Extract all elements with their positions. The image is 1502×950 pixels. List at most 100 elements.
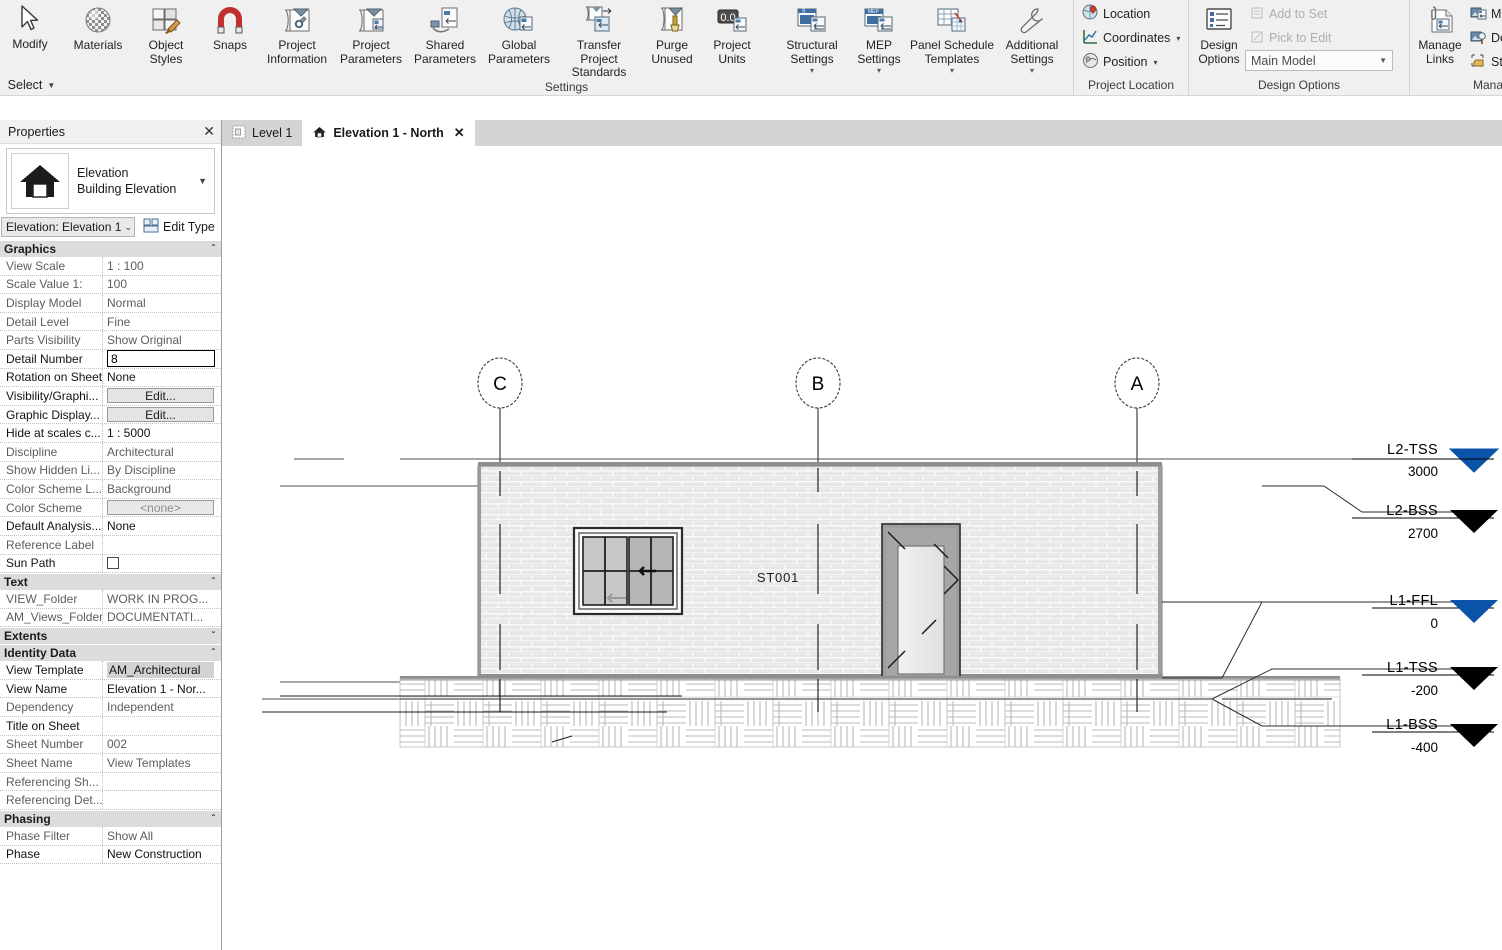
manage-links-button[interactable]: Manage Links [1414, 0, 1466, 66]
chevron-down-icon[interactable]: ▾ [1030, 66, 1034, 75]
property-row[interactable]: Sun Path [0, 555, 221, 574]
property-value-cell[interactable]: None [103, 517, 221, 535]
panel-schedule-templates-button[interactable]: Panel Schedule Templates ▾ [909, 0, 995, 75]
property-row[interactable]: Hide at scales c...1 : 5000 [0, 424, 221, 443]
property-value-button[interactable]: Edit... [107, 407, 214, 422]
property-value-cell[interactable]: Edit... [103, 387, 221, 405]
property-value-cell[interactable]: AM_Architectural [103, 661, 221, 679]
property-row[interactable]: Display ModelNormal [0, 294, 221, 313]
grid-bubble-A[interactable]: A [1115, 358, 1159, 408]
chevron-down-icon[interactable]: ▾ [950, 66, 954, 75]
level-head-L2-TSS[interactable]: L2-TSS 3000 [1352, 442, 1498, 479]
chevron-down-icon[interactable]: ▾ [1153, 58, 1157, 67]
property-value-cell[interactable]: None [103, 369, 221, 387]
property-value-cell[interactable]: Background [103, 480, 221, 498]
property-value-cell[interactable]: <none> [103, 499, 221, 517]
property-value-cell[interactable]: Independent [103, 698, 221, 716]
chevron-down-icon[interactable]: ⌄ [124, 222, 132, 233]
property-value-cell[interactable]: 1 : 100 [103, 257, 221, 275]
property-row[interactable]: Visibility/Graphi...Edit... [0, 387, 221, 406]
project-units-button[interactable]: 0.0 Project Units [702, 0, 762, 66]
starting-view-button[interactable]: Starting View [1466, 50, 1502, 74]
level-head-L1-BSS[interactable]: L1-BSS -400 [1372, 717, 1498, 755]
object-styles-button[interactable]: Object Styles [132, 0, 200, 66]
design-options-button[interactable]: Design Options [1193, 0, 1245, 66]
chevron-up-icon[interactable]: ˆ [212, 814, 215, 825]
property-row[interactable]: Scale Value 1:100 [0, 276, 221, 295]
location-button[interactable]: Location [1078, 2, 1154, 26]
materials-button[interactable]: Materials [64, 0, 132, 53]
property-value-cell[interactable]: Elevation 1 - Nor... [103, 680, 221, 698]
chevron-down-icon[interactable]: ▾ [810, 66, 814, 75]
select-dropdown[interactable]: Select ▼ [5, 75, 56, 95]
view-tab-elevation-1-north[interactable]: Elevation 1 - North ✕ [302, 120, 474, 146]
position-button[interactable]: Position ▾ [1078, 50, 1162, 74]
property-row[interactable]: Color Scheme<none> [0, 499, 221, 518]
level-head-L2-BSS[interactable]: L2-BSS 2700 [1352, 503, 1498, 541]
chevron-down-icon[interactable]: ▾ [877, 66, 881, 75]
design-option-select[interactable]: Main Model ▼ [1245, 50, 1393, 71]
chevron-down-icon[interactable]: ˇ [212, 631, 215, 642]
type-selector[interactable]: Elevation Building Elevation ▼ [6, 148, 215, 214]
property-row[interactable]: Parts VisibilityShow Original [0, 331, 221, 350]
edit-type-button[interactable]: Edit Type [143, 218, 215, 236]
view-tab-level-1[interactable]: Level 1 [222, 120, 302, 146]
grid-bubble-B[interactable]: B [796, 358, 840, 408]
property-row[interactable]: AM_Views_FolderDOCUMENTATI... [0, 609, 221, 628]
property-value-cell[interactable]: 100 [103, 276, 221, 294]
property-value-button[interactable]: <none> [107, 500, 214, 515]
property-group-header[interactable]: Phasingˆ [0, 810, 221, 827]
property-row[interactable]: View Scale1 : 100 [0, 257, 221, 276]
global-parameters-button[interactable]: Global Parameters [482, 0, 556, 66]
property-value-cell[interactable]: By Discipline [103, 462, 221, 480]
property-value-checkbox[interactable] [107, 557, 119, 569]
property-row[interactable]: DisciplineArchitectural [0, 443, 221, 462]
property-value-cell[interactable]: Normal [103, 294, 221, 312]
property-row[interactable]: View NameElevation 1 - Nor... [0, 680, 221, 699]
property-value-cell[interactable]: Show Original [103, 331, 221, 349]
room-tag[interactable]: ST001 [757, 570, 799, 585]
property-value-button[interactable]: Edit... [107, 388, 214, 403]
project-information-button[interactable]: Project Information [260, 0, 334, 66]
property-value-cell[interactable] [103, 773, 221, 791]
close-icon[interactable]: ✕ [203, 123, 215, 140]
property-value-cell[interactable]: DOCUMENTATI... [103, 609, 221, 627]
chevron-down-icon[interactable]: ▼ [198, 176, 210, 186]
property-row[interactable]: PhaseNew Construction [0, 846, 221, 865]
property-group-header[interactable]: Textˆ [0, 573, 221, 590]
property-row[interactable]: Title on Sheet [0, 717, 221, 736]
pick-to-edit-button[interactable]: Pick to Edit [1245, 26, 1405, 50]
manage-images-button[interactable]: Manage Images [1466, 2, 1502, 26]
property-value-cell[interactable]: 002 [103, 736, 221, 754]
decal-types-button[interactable]: Decal Types [1466, 26, 1502, 50]
additional-settings-button[interactable]: Additional Settings ▾ [995, 0, 1069, 75]
property-row[interactable]: Phase FilterShow All [0, 827, 221, 846]
door-element[interactable] [882, 524, 960, 677]
snaps-button[interactable]: Snaps [200, 0, 260, 53]
property-group-header[interactable]: Identity Dataˆ [0, 644, 221, 661]
chevron-up-icon[interactable]: ˆ [212, 648, 215, 659]
property-value-cell[interactable] [103, 791, 221, 809]
property-row[interactable]: VIEW_FolderWORK IN PROG... [0, 590, 221, 609]
shared-parameters-button[interactable]: Shared Parameters [408, 0, 482, 66]
window-element[interactable] [574, 528, 682, 614]
property-value-cell[interactable] [103, 555, 221, 573]
property-value-cell[interactable]: Fine [103, 313, 221, 331]
level-head-L1-TSS[interactable]: L1-TSS -200 [1362, 660, 1498, 698]
project-parameters-button[interactable]: Project Parameters [334, 0, 408, 66]
property-value-cell[interactable]: 1 : 5000 [103, 424, 221, 442]
property-row[interactable]: Detail Number8 [0, 350, 221, 369]
property-row[interactable]: Sheet NameView Templates [0, 754, 221, 773]
add-to-set-button[interactable]: Add to Set [1245, 2, 1405, 26]
close-icon[interactable]: ✕ [454, 125, 465, 141]
property-value-cell[interactable]: View Templates [103, 754, 221, 772]
property-value-cell[interactable]: Show All [103, 827, 221, 845]
property-value-input[interactable]: 8 [107, 350, 215, 367]
property-row[interactable]: Color Scheme L...Background [0, 480, 221, 499]
property-row[interactable]: Detail LevelFine [0, 313, 221, 332]
property-value-cell[interactable]: New Construction [103, 846, 221, 864]
property-row[interactable]: DependencyIndependent [0, 698, 221, 717]
property-group-header[interactable]: Graphicsˆ [0, 240, 221, 257]
chevron-up-icon[interactable]: ˆ [212, 577, 215, 588]
drawing-canvas[interactable]: C B A [222, 146, 1502, 950]
